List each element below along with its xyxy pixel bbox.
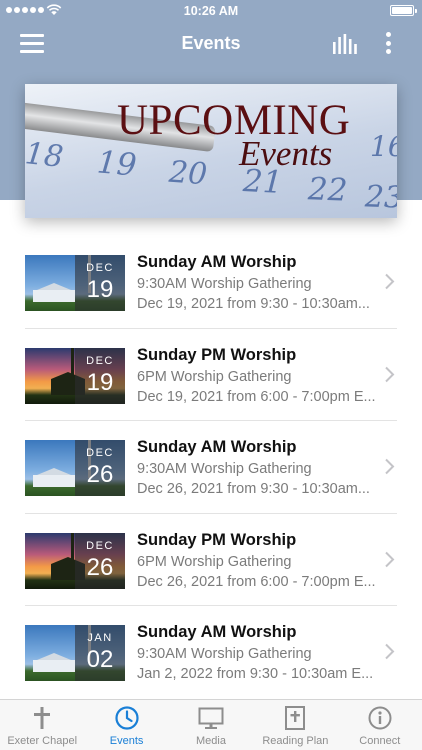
banner-subheadline: Events [239, 134, 333, 173]
monitor-icon [198, 707, 224, 729]
date-day: 02 [86, 646, 114, 674]
tab-label: Events [109, 735, 144, 747]
tab-media[interactable]: Media [169, 700, 253, 750]
event-datetime: Dec 26, 2021 from 9:30 - 10:30am... [137, 481, 370, 498]
event-subtitle: 9:30AM Worship Gathering [137, 276, 312, 292]
calendar-number: 16 [370, 130, 397, 163]
date-month: DEC [86, 447, 114, 460]
event-row[interactable]: DEC 19 Sunday AM Worship 9:30AM Worship … [25, 236, 397, 329]
event-thumbnail: DEC 26 [25, 532, 125, 589]
event-title: Sunday AM Worship [137, 623, 297, 642]
event-info: Sunday AM Worship 9:30AM Worship Gatheri… [137, 438, 377, 497]
event-title: Sunday PM Worship [137, 530, 297, 549]
event-datetime: Dec 19, 2021 from 6:00 - 7:00pm E... [137, 388, 376, 405]
status-bar: 10:26 AM [0, 0, 422, 22]
event-info: Sunday PM Worship 6PM Worship Gathering … [137, 531, 377, 590]
event-subtitle: 9:30AM Worship Gathering [137, 461, 312, 478]
date-badge: DEC 19 [75, 347, 125, 404]
steeple-image [71, 532, 74, 571]
date-day: 19 [86, 368, 114, 396]
event-subtitle: 9:30AM Worship Gathering [137, 646, 312, 663]
tab-label: Reading Plan [262, 735, 329, 747]
event-thumbnail: DEC 26 [25, 440, 125, 497]
calendar-number: 20 [167, 154, 209, 193]
chevron-right-icon [385, 458, 395, 475]
event-subtitle: 6PM Worship Gathering [137, 368, 292, 385]
calendar-number: 18 [25, 136, 65, 175]
event-info: Sunday AM Worship 9:30AM Worship Gatheri… [137, 253, 377, 312]
more-options-icon[interactable] [386, 32, 392, 58]
chevron-right-icon [385, 551, 395, 567]
event-title: Sunday AM Worship [137, 438, 297, 457]
tab-events[interactable]: Events [84, 700, 168, 750]
event-row[interactable]: DEC 26 Sunday PM Worship 6PM Worship Gat… [25, 514, 397, 607]
event-info: Sunday AM Worship 9:30AM Worship Gatheri… [137, 623, 377, 682]
date-month: JAN [87, 632, 113, 645]
tab-bar: Exeter Chapel Events Media Reading Plan … [0, 699, 422, 750]
event-datetime: Jan 2, 2022 from 9:30 - 10:30am E... [137, 666, 374, 683]
date-day: 19 [86, 276, 114, 303]
tab-label: Exeter Chapel [7, 735, 78, 747]
upcoming-events-banner: 18 19 20 21 22 23 16 UPCOMING Events [25, 84, 397, 218]
date-badge: DEC 19 [75, 255, 125, 311]
date-badge: DEC 26 [75, 532, 125, 589]
page-title: Events [181, 33, 241, 53]
steeple-image [71, 347, 74, 386]
status-time: 10:26 AM [183, 4, 239, 18]
chevron-right-icon [385, 273, 395, 290]
church-image [33, 653, 75, 673]
cross-icon [34, 707, 51, 729]
date-day: 26 [86, 461, 114, 489]
date-day: 26 [86, 553, 114, 581]
date-badge: JAN 02 [75, 625, 125, 682]
chevron-right-icon [385, 366, 395, 382]
tab-label: Connect [359, 735, 401, 747]
event-info: Sunday PM Worship 6PM Worship Gathering … [137, 346, 377, 405]
tab-connect[interactable]: Connect [338, 700, 422, 750]
event-datetime: Dec 19, 2021 from 9:30 - 10:30am... [137, 296, 370, 312]
event-row[interactable]: DEC 19 Sunday PM Worship 6PM Worship Gat… [25, 329, 397, 422]
battery-icon [390, 5, 417, 16]
tab-reading-plan[interactable]: Reading Plan [253, 700, 337, 750]
clock-icon [114, 706, 139, 730]
event-thumbnail: DEC 19 [25, 255, 125, 311]
event-thumbnail: JAN 02 [25, 625, 125, 682]
date-month: DEC [86, 354, 114, 367]
event-subtitle: 6PM Worship Gathering [137, 553, 292, 570]
event-title: Sunday AM Worship [137, 253, 297, 271]
event-thumbnail: DEC 19 [25, 347, 125, 404]
event-row[interactable]: JAN 02 Sunday AM Worship 9:30AM Worship … [25, 606, 397, 699]
calendar-number: 22 [307, 171, 349, 209]
calendar-number: 19 [95, 144, 138, 184]
church-image [33, 468, 75, 488]
info-icon [368, 706, 392, 730]
event-title: Sunday PM Worship [137, 345, 297, 364]
event-datetime: Dec 26, 2021 from 6:00 - 7:00pm E... [137, 573, 376, 590]
calendar-number: 23 [364, 179, 397, 216]
tab-exeter-chapel[interactable]: Exeter Chapel [0, 700, 84, 750]
date-badge: DEC 26 [75, 440, 125, 497]
church-image [33, 283, 75, 302]
event-list: DEC 19 Sunday AM Worship 9:30AM Worship … [25, 236, 397, 699]
date-month: DEC [86, 539, 114, 552]
audio-bars-icon[interactable] [332, 34, 358, 54]
date-month: DEC [86, 262, 114, 274]
tab-label: Media [196, 735, 226, 747]
chevron-right-icon [385, 644, 395, 660]
event-row[interactable]: DEC 26 Sunday AM Worship 9:30AM Worship … [25, 421, 397, 514]
navigation-bar: Events [0, 22, 422, 66]
bible-icon [285, 706, 306, 730]
